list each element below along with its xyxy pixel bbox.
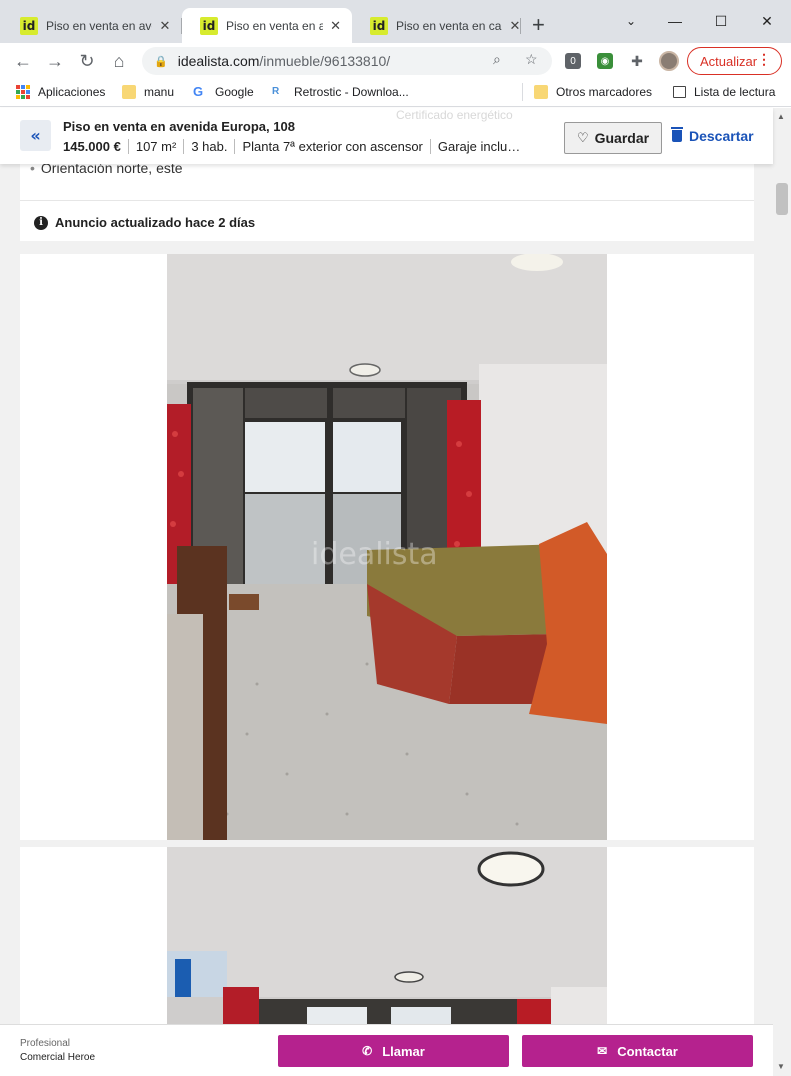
back-to-list-button[interactable]: «	[20, 120, 51, 151]
scroll-up-icon[interactable]: ▲	[777, 112, 785, 121]
tab-strip: id Piso en venta en avenida Europa, 108 …	[0, 0, 791, 43]
address-bar[interactable]: 🔒 idealista.com/inmueble/96133810/	[142, 47, 552, 75]
info-icon: i	[34, 215, 48, 230]
updated-card: i Anuncio actualizado hace 2 días	[20, 201, 754, 241]
bookmarks-divider	[522, 83, 523, 101]
garage: Garaje incluido	[429, 139, 529, 154]
zoom-icon[interactable]: ⌕	[493, 51, 501, 68]
browser-toolbar: ← → ↻ ⌂ 🔒 idealista.com/inmueble/9613381…	[0, 43, 791, 79]
extension-0-icon[interactable]: 0	[565, 53, 581, 69]
minimize-button[interactable]: —	[652, 6, 698, 36]
contact-footer: Profesional Comercial Heroe ✆ Llamar ✉ C…	[0, 1024, 773, 1076]
contact-label: Contactar	[617, 1043, 678, 1059]
back-arrow-icon[interactable]: ←	[12, 50, 34, 72]
google-icon: G	[193, 84, 204, 99]
rooms: 3 hab.	[183, 139, 234, 154]
reload-icon[interactable]: ↻	[76, 50, 98, 72]
reading-list-icon	[673, 86, 686, 98]
ghost-section-title: Certificado energético	[396, 108, 513, 122]
url-path: /inmueble/96133810/	[259, 53, 391, 69]
bookmark-manu[interactable]: manu	[122, 85, 174, 99]
scroll-down-icon[interactable]: ▼	[777, 1062, 785, 1071]
heart-icon: ♡	[576, 130, 589, 145]
bookmark-star-icon[interactable]: ☆	[525, 51, 538, 68]
trash-icon	[671, 127, 683, 142]
retrostic-icon: R	[272, 86, 280, 97]
agent-type: Profesional	[20, 1038, 71, 1049]
menu-dots-icon[interactable]: ⋮	[757, 52, 771, 66]
save-button[interactable]: ♡ Guardar	[564, 122, 662, 154]
other-bookmarks[interactable]: Otros marcadores	[534, 85, 652, 99]
browser-tab-3[interactable]: id Piso en venta en calle ✕	[352, 8, 532, 43]
profile-avatar[interactable]	[659, 51, 679, 71]
page-content: i Anuncio actualizado hace 2 días ideali…	[0, 108, 773, 1076]
listing-title: Piso en venta en avenida Europa, 108	[63, 119, 295, 134]
home-icon[interactable]: ⌂	[108, 50, 130, 72]
bookmark-label: Aplicaciones	[38, 85, 106, 99]
tab-close-icon[interactable]: ✕	[158, 18, 172, 34]
new-tab-button[interactable]: +	[532, 14, 545, 36]
tab-divider	[520, 18, 521, 34]
close-window-button[interactable]: ✕	[744, 6, 790, 36]
tab-title: Piso en venta en avenida Europa, 108	[46, 18, 152, 33]
update-button[interactable]: Actualizar ⋮	[687, 47, 782, 75]
browser-tab-2-active[interactable]: id Piso en venta en avenida Europa, 108 …	[182, 8, 352, 43]
updated-text: Anuncio actualizado hace 2 días	[55, 215, 256, 230]
apps-grid-icon	[16, 85, 30, 99]
bookmark-google[interactable]: G Google	[193, 84, 254, 100]
update-label: Actualizar	[700, 53, 758, 69]
idealista-favicon-icon: id	[370, 16, 388, 35]
agent-name: Comercial Heroe	[20, 1052, 96, 1063]
idealista-favicon-icon: id	[20, 16, 38, 35]
save-label: Guardar	[594, 130, 650, 146]
photo-card-1[interactable]: idealista	[20, 254, 754, 840]
discard-label: Descartar	[689, 128, 754, 144]
discard-button[interactable]: Descartar	[671, 127, 754, 144]
property-photo-living-room[interactable]: idealista	[167, 254, 607, 840]
idealista-favicon-icon: id	[200, 16, 218, 35]
call-label: Llamar	[382, 1043, 425, 1059]
bookmark-retrostic[interactable]: R Retrostic - Downloa...	[272, 85, 409, 99]
other-bookmarks-label: Otros marcadores	[556, 85, 653, 99]
listing-sticky-header: Certificado energético « Piso en venta e…	[0, 108, 773, 164]
call-button[interactable]: ✆ Llamar	[278, 1035, 509, 1067]
reading-list-label: Lista de lectura	[694, 85, 776, 99]
price: 145.000 €	[63, 139, 121, 154]
bookmark-apps[interactable]: Aplicaciones	[16, 85, 105, 99]
folder-icon	[122, 85, 136, 99]
forward-arrow-icon[interactable]: →	[44, 50, 66, 72]
listing-facts: 145.000 € 107 m² 3 hab. Planta 7ª exteri…	[63, 139, 529, 154]
extension-green-icon[interactable]: ◉	[597, 53, 613, 69]
area: 107 m²	[127, 139, 183, 154]
tab-title: Piso en venta en avenida Europa, 108	[226, 18, 324, 33]
watermark-text: idealista	[311, 537, 438, 572]
floor: Planta 7ª exterior con ascensor	[234, 139, 429, 154]
bookmark-label: Retrostic - Downloa...	[294, 85, 409, 99]
phone-icon: ✆	[362, 1044, 373, 1058]
bookmarks-bar: Aplicaciones manu G Google R Retrostic -…	[0, 79, 791, 107]
reading-list[interactable]: Lista de lectura	[673, 85, 775, 99]
folder-icon	[534, 85, 548, 99]
browser-tab-1[interactable]: id Piso en venta en avenida Europa, 108 …	[2, 8, 182, 43]
tab-title: Piso en venta en calle	[396, 18, 502, 33]
chevron-down-icon[interactable]: ⌄	[608, 6, 654, 36]
page-scrollbar[interactable]: ▲ ▼	[773, 108, 791, 1076]
scrollbar-thumb[interactable]	[776, 183, 788, 215]
url-host: idealista.com	[177, 53, 260, 69]
lock-icon: 🔒	[154, 55, 168, 68]
bookmark-label: Google	[215, 85, 254, 99]
chat-icon: ✉	[597, 1044, 608, 1058]
updated-notice: i Anuncio actualizado hace 2 días	[34, 215, 255, 230]
bookmark-label: manu	[144, 85, 175, 99]
tab-close-icon[interactable]: ✕	[329, 18, 342, 34]
contact-button[interactable]: ✉ Contactar	[522, 1035, 753, 1067]
extensions-puzzle-icon[interactable]: ✚	[629, 53, 645, 69]
maximize-button[interactable]: ☐	[698, 6, 744, 36]
